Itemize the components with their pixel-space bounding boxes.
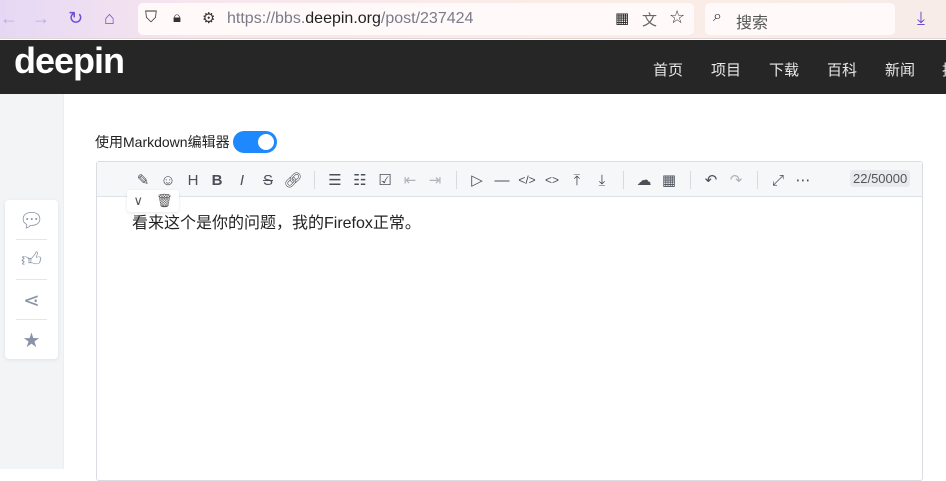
horizontal-rule-icon[interactable]: — bbox=[492, 170, 512, 190]
divider bbox=[456, 171, 457, 189]
search-box[interactable] bbox=[705, 3, 895, 35]
undo-icon[interactable]: ↶ bbox=[701, 170, 721, 190]
comment-icon[interactable]: 💬︎ bbox=[5, 200, 58, 240]
post-actions: 💬︎ 👍︎ ⋖ ★ bbox=[5, 200, 58, 359]
url-text[interactable]: https://bbs.deepin.org/post/237424 bbox=[227, 10, 473, 28]
nav-wiki[interactable]: 百科 bbox=[827, 59, 857, 80]
back-icon[interactable]: ← bbox=[0, 8, 18, 29]
link-icon[interactable]: 🔗︎ bbox=[283, 170, 303, 190]
bookmark-star-icon[interactable]: ☆ bbox=[669, 7, 685, 28]
redo-icon[interactable]: ↷ bbox=[726, 170, 746, 190]
nav-download[interactable]: 下载 bbox=[769, 59, 799, 80]
more-icon[interactable]: ⋯ bbox=[793, 170, 813, 190]
nav-projects[interactable]: 项目 bbox=[711, 59, 741, 80]
table-icon[interactable]: ▦ bbox=[659, 170, 679, 190]
markdown-label: 使用Markdown编辑器 bbox=[95, 134, 230, 150]
reload-icon[interactable]: ↻ bbox=[68, 8, 83, 29]
share-icon[interactable]: ⋖ bbox=[5, 280, 58, 320]
code-block-icon[interactable]: </> bbox=[517, 170, 537, 190]
nav-news[interactable]: 新闻 bbox=[885, 59, 915, 80]
edit-icon[interactable]: ✎ bbox=[133, 170, 153, 190]
divider bbox=[623, 171, 624, 189]
search-input[interactable]: 搜索 bbox=[736, 9, 768, 33]
upload-icon[interactable]: ☁ bbox=[634, 170, 654, 190]
nav-more[interactable]: 技 bbox=[942, 59, 946, 80]
insert-after-icon[interactable]: ⤓ bbox=[592, 170, 612, 190]
permissions-icon[interactable]: ⚙︎ bbox=[202, 9, 215, 27]
character-counter: 22/50000 bbox=[850, 170, 911, 187]
download-icon[interactable]: ⤓ bbox=[917, 8, 925, 29]
divider bbox=[314, 171, 315, 189]
translate-icon[interactable]: 文 bbox=[642, 9, 657, 30]
outdent-icon[interactable]: ⇤ bbox=[400, 170, 420, 190]
delete-trash-icon[interactable]: 🗑︎ bbox=[156, 193, 173, 209]
site-header bbox=[0, 40, 946, 94]
home-icon[interactable]: ⌂ bbox=[104, 8, 115, 29]
inline-code-icon[interactable]: <> bbox=[542, 170, 562, 190]
insert-before-icon[interactable]: ⤒ bbox=[567, 170, 587, 190]
divider bbox=[757, 171, 758, 189]
ordered-list-icon[interactable]: ☷ bbox=[350, 170, 370, 190]
qr-code-icon[interactable]: ▦ bbox=[615, 9, 629, 27]
search-icon: ⌕ bbox=[713, 8, 722, 25]
strikethrough-icon[interactable]: S bbox=[258, 170, 278, 190]
deepin-logo[interactable]: deepin bbox=[14, 40, 125, 82]
emoji-icon[interactable]: ☺ bbox=[158, 170, 178, 190]
collapse-chevron-icon[interactable]: ∨ bbox=[133, 193, 143, 209]
bold-icon[interactable]: B bbox=[207, 170, 227, 190]
forward-icon[interactable]: → bbox=[32, 8, 50, 29]
favorite-star-icon[interactable]: ★ bbox=[5, 320, 58, 360]
fullscreen-icon[interactable]: ⤢ bbox=[768, 170, 788, 190]
shield-icon[interactable]: ⛉ bbox=[145, 9, 157, 27]
editor-content[interactable]: 看来这个是你的问题，我的Firefox正常。 bbox=[132, 209, 421, 233]
quote-icon[interactable]: ▷ bbox=[467, 170, 487, 190]
lock-icon[interactable]: 🔒︎ bbox=[173, 9, 181, 26]
indent-icon[interactable]: ⇥ bbox=[425, 170, 445, 190]
heading-icon[interactable]: H bbox=[183, 170, 203, 190]
like-icon[interactable]: 👍︎ bbox=[5, 240, 58, 280]
bullet-list-icon[interactable]: ☰ bbox=[325, 170, 345, 190]
checklist-icon[interactable]: ☑ bbox=[375, 170, 395, 190]
nav-home[interactable]: 首页 bbox=[653, 59, 683, 80]
markdown-toggle[interactable] bbox=[233, 131, 277, 153]
divider bbox=[690, 171, 691, 189]
italic-icon[interactable]: I bbox=[232, 170, 252, 190]
